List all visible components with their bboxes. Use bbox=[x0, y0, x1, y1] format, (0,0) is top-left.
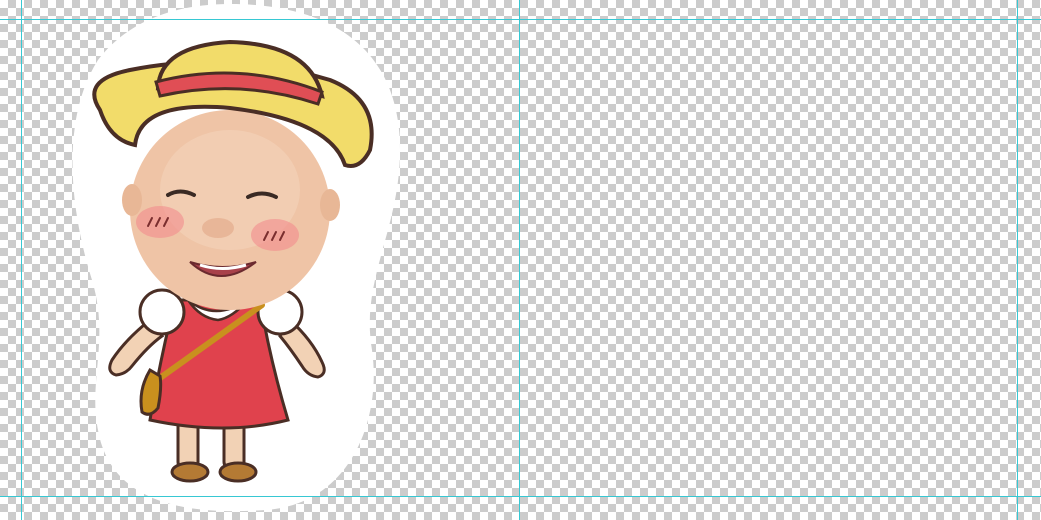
left-ear bbox=[122, 184, 142, 216]
left-blush bbox=[136, 206, 184, 238]
guide-line-top[interactable] bbox=[0, 19, 1041, 20]
left-shoe bbox=[170, 461, 210, 483]
right-shoe bbox=[218, 461, 258, 483]
baby-girl-sticker-artwork bbox=[72, 4, 401, 512]
sticker-right[interactable] bbox=[520, 0, 1040, 520]
guide-line-left[interactable] bbox=[21, 0, 22, 520]
guide-line-bottom[interactable] bbox=[0, 496, 1041, 497]
right-ear bbox=[320, 189, 340, 221]
left-sleeve bbox=[138, 288, 186, 336]
guide-line-right[interactable] bbox=[1017, 0, 1018, 520]
guide-line-center[interactable] bbox=[519, 0, 520, 520]
baby-girl-sticker-artwork-mirrored bbox=[520, 0, 1040, 520]
sticker-left[interactable] bbox=[0, 0, 520, 520]
design-canvas bbox=[0, 0, 1041, 520]
nose bbox=[202, 218, 234, 238]
